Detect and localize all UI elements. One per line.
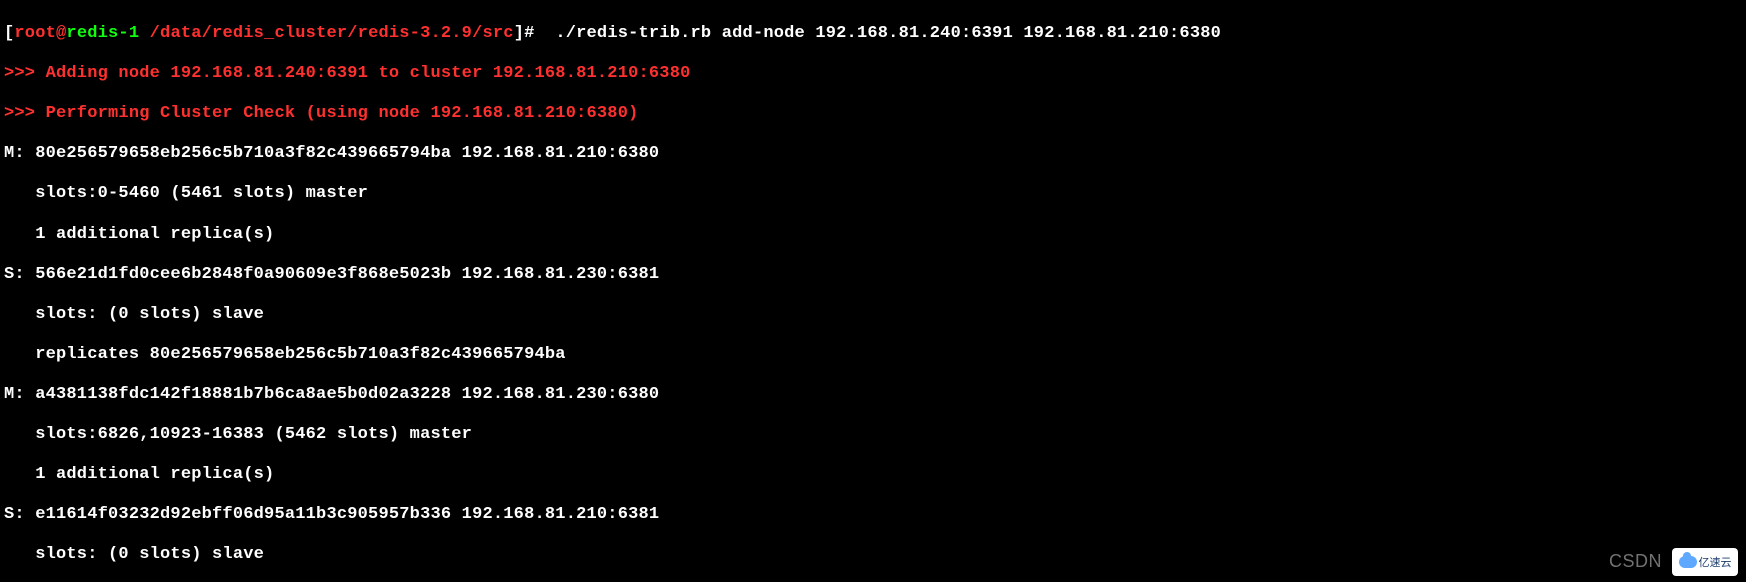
prompt-close: ]# — [514, 24, 556, 43]
master-node-1: M: 80e256579658eb256c5b710a3f82c43966579… — [4, 144, 1742, 164]
slave-node-1-slots: slots: (0 slots) slave — [4, 305, 1742, 325]
master-node-2-replicas: 1 additional replica(s) — [4, 465, 1742, 485]
master-node-2: M: a4381138fdc142f18881b7b6ca8ae5b0d02a3… — [4, 385, 1742, 405]
slave-node-2: S: e11614f03232d92ebff06d95a11b3c905957b… — [4, 505, 1742, 525]
slave-node-1-replicates: replicates 80e256579658eb256c5b710a3f82c… — [4, 345, 1742, 365]
master-node-2-slots: slots:6826,10923-16383 (5462 slots) mast… — [4, 425, 1742, 445]
yisu-watermark: 亿速云 — [1672, 548, 1738, 576]
yisu-text: 亿速云 — [1699, 554, 1732, 570]
adding-node-msg: >>> Adding node 192.168.81.240:6391 to c… — [4, 64, 1742, 84]
prompt-path: /data/redis_cluster/redis-3.2.9/src — [139, 24, 513, 43]
cloud-icon — [1679, 556, 1697, 568]
terminal-output: [root@redis-1 /data/redis_cluster/redis-… — [0, 0, 1746, 582]
master-node-1-slots: slots:0-5460 (5461 slots) master — [4, 184, 1742, 204]
slave-node-1: S: 566e21d1fd0cee6b2848f0a90609e3f868e50… — [4, 265, 1742, 285]
command-text: ./redis-trib.rb add-node 192.168.81.240:… — [555, 24, 1221, 43]
prompt-user: root — [14, 24, 56, 43]
slave-node-2-slots: slots: (0 slots) slave — [4, 545, 1742, 565]
cluster-check-msg: >>> Performing Cluster Check (using node… — [4, 104, 1742, 124]
csdn-watermark: CSDN — [1609, 551, 1662, 572]
master-node-1-replicas: 1 additional replica(s) — [4, 225, 1742, 245]
prompt-bracket: [ — [4, 24, 14, 43]
prompt-at: @ — [56, 24, 66, 43]
prompt-line: [root@redis-1 /data/redis_cluster/redis-… — [4, 24, 1742, 44]
prompt-host: redis-1 — [66, 24, 139, 43]
